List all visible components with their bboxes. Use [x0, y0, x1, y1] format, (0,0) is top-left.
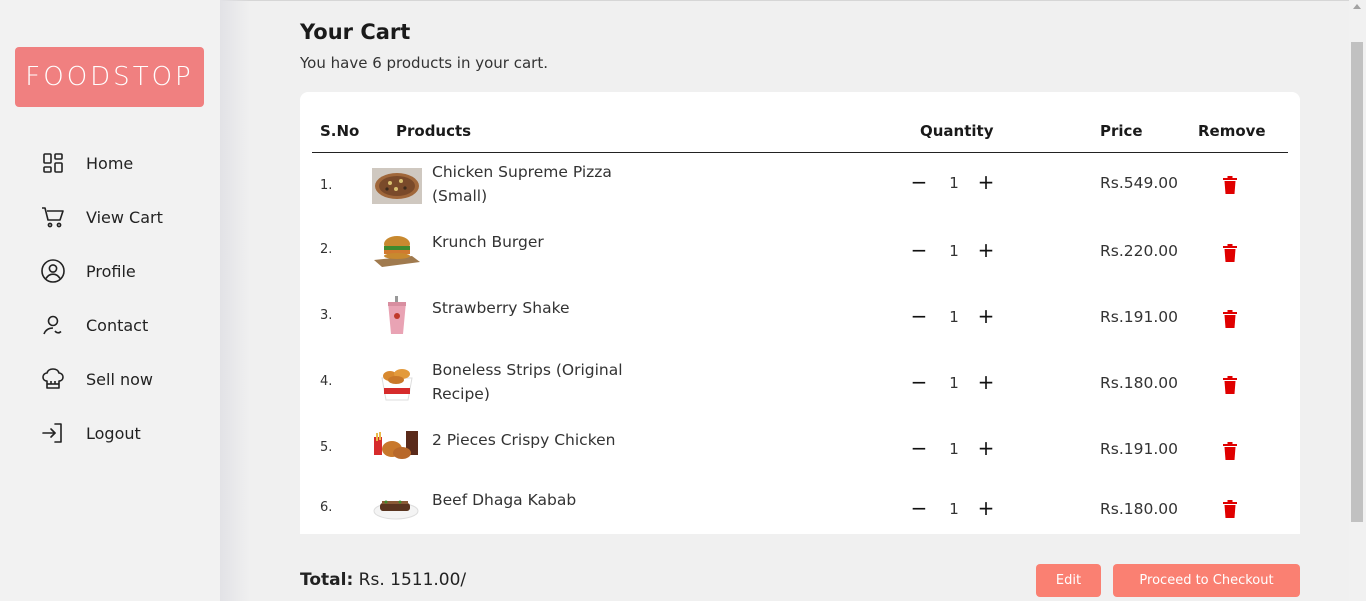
- decrease-quantity-button[interactable]: −: [909, 170, 929, 194]
- product-image-pizza: [372, 168, 422, 204]
- increase-quantity-button[interactable]: +: [976, 436, 996, 460]
- sidebar-item-label: Logout: [86, 423, 141, 443]
- trash-icon[interactable]: [1223, 310, 1237, 332]
- sidebar-item-label: Home: [86, 153, 134, 173]
- page-title: Your Cart: [300, 20, 411, 44]
- trash-icon[interactable]: [1223, 442, 1237, 464]
- quantity-value: 1: [949, 500, 959, 518]
- header-price: Price: [1100, 122, 1143, 140]
- decrease-quantity-button[interactable]: −: [909, 238, 929, 262]
- product-image-shake: [372, 296, 422, 334]
- increase-quantity-button[interactable]: +: [976, 238, 996, 262]
- cart-count-text: You have 6 products in your cart.: [300, 54, 548, 72]
- sidebar-item-logout[interactable]: Logout: [40, 406, 163, 460]
- trash-icon[interactable]: [1223, 376, 1237, 398]
- product-image-kabab: [372, 491, 422, 527]
- cart-table: S.No Products Quantity Price Remove 1. C…: [300, 92, 1300, 534]
- trash-icon[interactable]: [1223, 500, 1237, 522]
- scroll-up-arrow-icon[interactable]: [1353, 4, 1361, 9]
- product-price: Rs.549.00: [1100, 174, 1179, 192]
- trash-icon[interactable]: [1223, 176, 1237, 198]
- quantity-value: 1: [949, 308, 959, 326]
- page-scrollbar[interactable]: [1349, 0, 1366, 601]
- increase-quantity-button[interactable]: +: [976, 370, 996, 394]
- cart-total: Total: Rs. 1511.00/: [300, 570, 466, 590]
- sidebar-item-sell-now[interactable]: Sell now: [40, 352, 163, 406]
- product-name: Strawberry Shake: [432, 299, 570, 317]
- sidebar-item-label: View Cart: [86, 207, 163, 227]
- table-row: 4. Boneless Strips (Original Recipe) − 1…: [300, 358, 1300, 418]
- quantity-value: 1: [949, 440, 959, 458]
- decrease-quantity-button[interactable]: −: [909, 496, 929, 520]
- sidebar-item-view-cart[interactable]: View Cart: [40, 190, 163, 244]
- product-price: Rs.191.00: [1100, 308, 1179, 326]
- logout-icon: [40, 420, 66, 446]
- increase-quantity-button[interactable]: +: [976, 170, 996, 194]
- total-label: Total:: [300, 570, 354, 590]
- product-price: Rs.180.00: [1100, 374, 1179, 392]
- cart-icon: [40, 204, 66, 230]
- decrease-quantity-button[interactable]: −: [909, 304, 929, 328]
- quantity-value: 1: [949, 242, 959, 260]
- sidebar-item-label: Contact: [86, 315, 149, 335]
- table-row: 2. Krunch Burger − 1 + Rs.220.00: [300, 230, 1300, 290]
- scrollbar-thumb[interactable]: [1351, 42, 1363, 522]
- quantity-value: 1: [949, 374, 959, 392]
- product-name: 2 Pieces Crispy Chicken: [432, 431, 616, 449]
- increase-quantity-button[interactable]: +: [976, 304, 996, 328]
- brand-logo-text: FOODSTOP: [25, 62, 194, 92]
- total-value: Rs. 1511.00/: [358, 570, 467, 590]
- user-circle-icon: [40, 258, 66, 284]
- edit-button[interactable]: Edit: [1036, 564, 1101, 597]
- increase-quantity-button[interactable]: +: [976, 496, 996, 520]
- product-name: Chicken Supreme Pizza (Small): [432, 163, 612, 205]
- quantity-value: 1: [949, 174, 959, 192]
- row-sno: 2.: [320, 242, 333, 257]
- sidebar-shadow: [220, 0, 250, 601]
- trash-icon[interactable]: [1223, 244, 1237, 266]
- row-sno: 4.: [320, 374, 333, 389]
- row-sno: 5.: [320, 440, 333, 455]
- sidebar-item-label: Sell now: [86, 369, 153, 389]
- sidebar-item-home[interactable]: Home: [40, 136, 163, 190]
- row-sno: 3.: [320, 308, 333, 323]
- sidebar: FOODSTOP Home View Cart Profile Contact …: [0, 0, 220, 601]
- header-remove: Remove: [1198, 122, 1266, 140]
- contact-icon: [40, 312, 66, 338]
- table-row: 1. Chicken Supreme Pizza (Small) − 1 + R…: [300, 160, 1300, 220]
- table-row: 5. 2 Pieces Crispy Chicken − 1 + Rs.191.…: [300, 431, 1300, 495]
- decrease-quantity-button[interactable]: −: [909, 370, 929, 394]
- chef-hat-icon: [40, 366, 66, 392]
- product-image-burger: [372, 232, 422, 268]
- proceed-to-checkout-button[interactable]: Proceed to Checkout: [1113, 564, 1300, 597]
- sidebar-item-label: Profile: [86, 261, 136, 281]
- row-sno: 6.: [320, 500, 333, 515]
- sidebar-item-contact[interactable]: Contact: [40, 298, 163, 352]
- header-products: Products: [396, 122, 472, 140]
- table-row: 3. Strawberry Shake − 1 + Rs.191.00: [300, 296, 1300, 356]
- product-name: Krunch Burger: [432, 233, 544, 251]
- sidebar-item-profile[interactable]: Profile: [40, 244, 163, 298]
- product-price: Rs.180.00: [1100, 500, 1179, 518]
- product-image-strips: [372, 364, 422, 401]
- product-name: Boneless Strips (Original Recipe): [432, 361, 623, 403]
- product-image-chicken: [372, 429, 422, 465]
- decrease-quantity-button[interactable]: −: [909, 436, 929, 460]
- sidebar-nav: Home View Cart Profile Contact Sell now …: [40, 136, 163, 460]
- product-name: Beef Dhaga Kabab: [432, 491, 577, 509]
- table-header: S.No Products Quantity Price Remove: [312, 122, 1288, 153]
- header-sno: S.No: [320, 122, 360, 140]
- header-quantity: Quantity: [920, 122, 994, 140]
- product-price: Rs.220.00: [1100, 242, 1179, 260]
- table-row: 6. Beef Dhaga Kabab − 1 + Rs.180.00: [300, 491, 1300, 555]
- grid-icon: [40, 150, 66, 176]
- product-price: Rs.191.00: [1100, 440, 1179, 458]
- brand-logo[interactable]: FOODSTOP: [15, 47, 204, 107]
- row-sno: 1.: [320, 178, 333, 193]
